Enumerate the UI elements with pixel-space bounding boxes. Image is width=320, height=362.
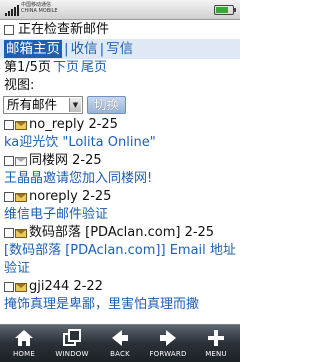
plus-icon [208, 330, 224, 346]
switch-view-button[interactable]: 切换 [87, 96, 126, 114]
unread-envelope-icon [15, 192, 27, 202]
forward-button[interactable]: FORWARD [144, 325, 192, 362]
forward-label: FORWARD [149, 350, 187, 358]
mail-select-checkbox[interactable] [4, 228, 14, 238]
mailbox-nav: 邮箱主页 | 收信 | 写信 [0, 39, 240, 59]
view-select-value: 所有邮件 [7, 97, 58, 112]
unread-envelope-icon [15, 282, 27, 292]
menu-button[interactable]: MENU [192, 325, 240, 362]
pager: 第1/5页 下页 尾页 [0, 59, 240, 77]
next-page-link[interactable]: 下页 [53, 60, 79, 75]
nav-separator: | [99, 41, 105, 57]
loading-row: 正在检查新邮件 [0, 20, 240, 39]
nav-mailbox-home[interactable]: 邮箱主页 [4, 40, 62, 58]
mail-subject-link[interactable]: 王晶晶邀请您加入同楼网! [0, 170, 240, 188]
status-bar: 中国移动通信 CHINA MOBILE [0, 0, 240, 20]
carrier-name: 中国移动通信 CHINA MOBILE [21, 2, 58, 14]
mail-date: 2-25 [72, 153, 102, 168]
mail-sender: 数码部落 [PDAclan.com] [29, 225, 181, 240]
view-label: 视图: [4, 78, 35, 93]
mail-subject-link[interactable]: [数码部落 [PDAclan.com]] Email 地址验证 [0, 242, 240, 278]
back-button[interactable]: BACK [96, 325, 144, 362]
mail-date: 2-25 [88, 117, 118, 132]
window-label: WINDOW [55, 350, 89, 358]
page-indicator: 第1/5页 [4, 60, 51, 75]
mail-date: 2-22 [73, 279, 103, 294]
mail-select-checkbox[interactable] [4, 192, 14, 202]
mail-date: 2-25 [184, 225, 215, 240]
mail-select-checkbox[interactable] [4, 282, 14, 292]
mail-item-header: gji244 2-22 [0, 278, 240, 296]
mail-sender: no_reply [29, 117, 85, 132]
nav-separator: | [64, 41, 69, 57]
mail-sender: 同楼网 [29, 153, 69, 168]
mail-date: 2-25 [81, 189, 112, 204]
loading-text: 正在检查新邮件 [18, 21, 110, 37]
mail-item-header: noreply 2-25 [0, 188, 240, 206]
battery-icon [214, 5, 236, 15]
back-arrow-icon [112, 330, 128, 346]
home-label: HOME [12, 350, 36, 358]
mail-item-header: no_reply 2-25 [0, 116, 240, 134]
back-label: BACK [110, 350, 130, 358]
chevron-down-icon: ▼ [69, 98, 81, 112]
view-filter-row: 所有邮件 ▼ 切换 [0, 94, 240, 116]
forward-arrow-icon [160, 330, 176, 346]
mail-select-checkbox[interactable] [4, 156, 14, 166]
browser-toolbar: HOME WINDOW BACK FORWARD MENU [0, 324, 240, 362]
home-button[interactable]: HOME [0, 325, 48, 362]
unread-envelope-icon [15, 228, 27, 238]
mail-sender: noreply [29, 189, 78, 204]
last-page-link[interactable]: 尾页 [81, 60, 107, 75]
window-icon [63, 329, 81, 346]
read-envelope-icon [15, 156, 27, 166]
nav-compose-link[interactable]: 写信 [106, 40, 133, 58]
mail-item-header: 同楼网 2-25 [0, 152, 240, 170]
unread-envelope-icon [15, 120, 27, 130]
loading-checkbox[interactable] [4, 24, 14, 35]
mail-item-header: 数码部落 [PDAclan.com] 2-25 [0, 224, 240, 242]
page-content: 正在检查新邮件 邮箱主页 | 收信 | 写信 第1/5页 下页 尾页 视图: 所有邮… [0, 20, 240, 324]
signal-strength-icon [5, 4, 19, 16]
window-button[interactable]: WINDOW [48, 325, 96, 362]
nav-inbox-link[interactable]: 收信 [71, 40, 98, 58]
menu-label: MENU [205, 350, 227, 358]
mail-sender: gji244 [29, 279, 70, 294]
home-icon [15, 330, 33, 346]
mail-subject-link[interactable]: ka迎光饮 "Lolita Online" [0, 134, 240, 152]
mail-subject-link[interactable]: 掩饰真理是卑鄙，里害怕真理而撒 [0, 296, 240, 310]
mail-subject-link[interactable]: 维信电子邮件验证 [0, 206, 240, 224]
mail-select-checkbox[interactable] [4, 120, 14, 130]
view-select[interactable]: 所有邮件 ▼ [3, 96, 83, 114]
